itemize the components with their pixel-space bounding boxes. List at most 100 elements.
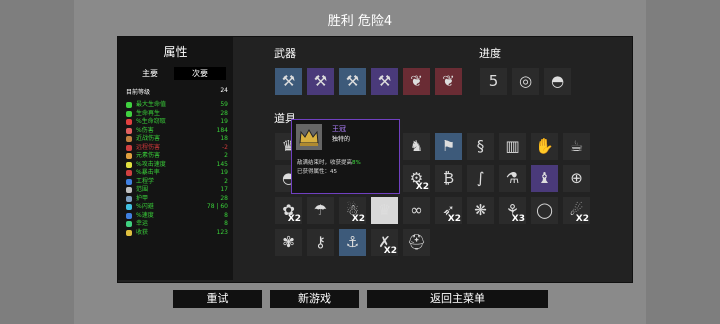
egg-character-icon: ◓ [550,72,565,90]
feather-slot[interactable]: ➶ X2 [435,197,462,224]
stat-value: 123 [216,228,228,236]
coil-slot[interactable]: ∞ [403,197,430,224]
level-row: 目前等级 24 [126,87,228,96]
cash-slot[interactable]: ₿ [435,165,462,192]
ring-slot[interactable]: ◎ [512,68,539,95]
snowman-slot[interactable]: ☃ X2 [339,197,366,224]
stat-row: 远程伤害 -2 [126,144,228,153]
squid-icon: § [476,137,485,155]
main-menu-button[interactable]: 返回主菜单 [367,290,548,308]
blob-slot[interactable]: ☂ [307,197,334,224]
ufo-slot[interactable]: ⊕ [563,165,590,192]
rabbit-slot[interactable]: ♞ [403,133,430,160]
vortex-slot[interactable]: ❋ [467,197,494,224]
ring-icon: ◯ [536,201,553,219]
axe-slot[interactable]: ⚒ [339,68,366,95]
stat-icon [126,153,132,159]
syringe-slot[interactable]: ⚷ [307,229,334,256]
stat-list: 最大生命值 59 生命再生 28 %生命窃取 19 %伤害 184 近战伤害 18 远程伤害 -2 元素… [126,101,228,237]
claw-slot[interactable]: ✋ [531,133,558,160]
helmet-icon: ⛑ [406,233,427,251]
tentacle-icon: ∫ [476,169,485,187]
dagger-slot[interactable]: ✗ X2 [371,229,398,256]
hook-icon: ⚓ [345,233,360,251]
leaf-blade-slot[interactable]: ❦ [403,68,430,95]
vortex-icon: ❋ [474,201,487,219]
stat-row: 收获 123 [126,229,228,238]
stat-value: 78 | 60 [206,203,228,210]
retry-button[interactable]: 重试 [173,290,262,308]
stat-icon [126,110,132,117]
ring-slot[interactable]: ◯ [531,197,558,224]
tab-secondary[interactable]: 次要 [174,67,226,80]
stat-row: %速度 8 [126,212,228,221]
flower-slot[interactable]: ✾ [275,229,302,256]
cannon-slot[interactable]: ⚙ X2 [403,165,430,192]
helmet-slot[interactable]: ⛑ [403,229,430,256]
new-game-button[interactable]: 新游戏 [270,290,359,308]
leaf-blade-slot[interactable]: ❦ [435,68,462,95]
danger-five-slot[interactable]: 5 [480,68,507,95]
left-margin [0,0,74,324]
stat-icon [126,229,132,236]
stat-row: 生命再生 28 [126,110,228,119]
axe-slot[interactable]: ⚒ [307,68,334,95]
level-label: 目前等级 [126,89,151,96]
tab-primary[interactable]: 主要 [126,67,174,80]
stat-label: 范围 [136,186,149,193]
stat-label: %伤害 [136,126,154,134]
squid-slot[interactable]: § [467,133,494,160]
item-count: X2 [351,214,365,224]
stat-row: %攻击速度 145 [126,161,228,170]
axe-icon: ⚒ [377,72,392,90]
stat-row: 护甲 28 [126,195,228,204]
level-value: 24 [220,87,228,94]
item-count: X2 [415,182,429,192]
right-margin [646,0,720,324]
axe-icon: ⚒ [313,72,328,90]
ghost-slot[interactable]: ☄ X2 [563,197,590,224]
potion-slot[interactable]: ⚗ [499,165,526,192]
egg-character-slot[interactable]: ◓ [544,68,571,95]
stat-label: 工程学 [136,177,155,185]
candle-icon: ♝ [537,169,552,187]
tooltip-description: 敌满结束时，收获提高8% [297,158,361,166]
stat-label: 收获 [136,228,149,236]
item-count: X2 [287,214,301,224]
stats-panel: 属性 主要 次要 目前等级 24 最大生命值 59 生命再生 28 %生命窃取 19 %伤害… [118,37,233,280]
stat-value: 2 [224,152,228,159]
pod-slot[interactable]: ⚘ X3 [499,197,526,224]
stat-value: 28 [220,194,228,202]
hook-slot[interactable]: ⚓ [339,229,366,256]
crown-slot[interactable]: ♛ [371,197,398,224]
stat-value: 145 [216,160,228,168]
stat-row: 幸运 8 [126,220,228,229]
axe-slot[interactable]: ⚒ [371,68,398,95]
stat-row: %暴击率 19 [126,169,228,178]
stat-row: 范围 17 [126,186,228,195]
flag-icon: ⚑ [441,137,456,155]
bucket-slot[interactable]: ▥ [499,133,526,160]
progress-label: 进度 [479,47,501,60]
stat-label: %闪避 [136,203,154,210]
result-title: 胜利 危险4 [327,14,393,29]
axe-slot[interactable]: ⚒ [275,68,302,95]
flag-slot[interactable]: ⚑ [435,133,462,160]
tentacle-slot[interactable]: ∫ [467,165,494,192]
candle-slot[interactable]: ♝ [531,165,558,192]
stat-value: 2 [224,177,228,185]
cup-icon: ☕ [569,137,584,155]
stat-label: 近战伤害 [136,135,161,142]
ring-icon: ◎ [518,72,533,90]
tooltip-desc-highlight: 8% [352,160,361,166]
stat-icon [126,195,132,202]
stat-value: 17 [220,186,228,193]
stat-label: %暴击率 [136,169,160,176]
ufo-icon: ⊕ [570,169,583,187]
stat-value: 8 [224,211,228,219]
cash-icon: ₿ [442,169,455,187]
gear-slot[interactable]: ✿ X2 [275,197,302,224]
cup-slot[interactable]: ☕ [563,133,590,160]
item-tooltip: 王冠 独特的 敌满结束时，收获提高8% 已获得属性：45 [291,119,400,194]
stat-row: 最大生命值 59 [126,101,228,110]
